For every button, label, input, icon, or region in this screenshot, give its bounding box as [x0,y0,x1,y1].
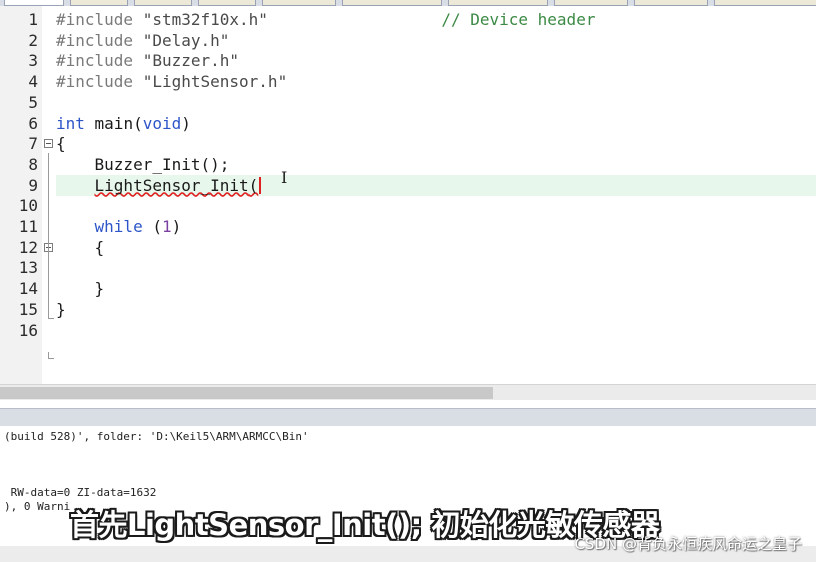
code-line[interactable]: 16 [0,320,816,341]
code-text[interactable] [56,320,816,341]
code-token: } [56,279,105,299]
build-output-line: (build 528)', folder: 'D:\Keil5\ARM\ARMC… [4,430,309,443]
code-line[interactable]: 2 #include "Delay.h" [0,30,816,51]
code-token: ( [142,217,162,236]
code-text[interactable] [56,195,816,216]
code-line[interactable]: 15} [0,299,816,320]
line-number: 4 [28,72,38,92]
code-token: int [56,113,85,133]
code-editor[interactable]: 1 #include "stm32f10x.h" // Device header… [0,6,816,384]
code-token: "Buzzer.h" [142,51,240,71]
code-line[interactable]: 3 #include "Buzzer.h" [0,50,816,71]
code-text[interactable]: while (1) [56,216,816,237]
mouse-ibeam-cursor-icon: I [281,168,288,187]
video-subtitle: 首先LightSensor_Init(); 初始化光敏传感器 [70,508,660,542]
code-text[interactable]: } [56,299,816,320]
code-token: void [142,113,182,133]
code-token: "LightSensor.h" [142,72,288,92]
code-token: 1 [161,217,172,236]
build-output-header [0,408,816,426]
code-text[interactable]: #include "LightSensor.h" [56,71,816,92]
code-text[interactable]: int main(void) [56,113,816,134]
line-number: 10 [18,196,38,216]
line-number: 8 [28,154,38,174]
code-token: "stm32f10x.h" [142,10,268,29]
code-token: #include [56,30,143,50]
code-text[interactable]: { [56,237,816,258]
line-number: 11 [18,217,38,236]
code-token: #include [56,10,143,29]
code-line[interactable]: 9 LightSensor_Init( [0,174,816,196]
code-token: { [56,134,66,154]
code-text[interactable]: { [56,133,816,154]
code-token: #include [56,51,143,71]
code-text[interactable]: #include "Delay.h" [56,30,816,51]
line-number: 9 [28,175,38,195]
code-line[interactable]: 6 int main(void) [0,113,816,134]
horizontal-scrollbar[interactable] [0,384,816,400]
scrollbar-thumb[interactable] [0,387,493,399]
build-output-line: RW-data=0 ZI-data=1632 [4,486,157,499]
text-caret [259,176,262,194]
code-text[interactable]: #include "Buzzer.h" [56,50,816,71]
code-text[interactable] [56,257,816,278]
code-line[interactable]: 12 { [0,237,816,258]
line-number: 2 [28,30,38,50]
code-line[interactable]: 10 [0,195,816,216]
code-line[interactable]: 8 Buzzer_Init(); [0,154,816,175]
code-text[interactable]: LightSensor_Init( [56,174,816,196]
code-token: // Device header [441,10,596,29]
code-line[interactable]: 5 [0,92,816,113]
line-number: 13 [18,258,38,278]
code-line[interactable]: 11 while (1) [0,216,816,237]
code-text[interactable]: #include "stm32f10x.h" // Device header [56,9,816,30]
code-token: LightSensor_Init [94,175,249,195]
line-number: 15 [18,299,38,319]
code-text[interactable]: Buzzer_Init(); [56,154,816,175]
line-number: 12 [18,237,38,257]
line-number: 7 [28,134,38,154]
pane-splitter[interactable] [0,400,816,408]
line-number: 5 [28,92,38,112]
code-token: main( [84,113,143,133]
code-line[interactable]: 1 #include "stm32f10x.h" // Device header [0,9,816,30]
fold-end-tail [48,358,54,359]
code-token: { [56,237,105,257]
code-text[interactable]: } [56,278,816,299]
line-number: 14 [18,279,38,299]
code-token: ) [181,113,191,133]
code-token: while [94,217,143,236]
fold-end-main [48,318,54,319]
code-token: ) [171,217,182,236]
build-output-line: ), 0 Warni [4,500,71,513]
fold-guide-main [48,153,49,318]
watermark: CSDN @背负永恒疾风命运之皇子 [574,535,802,553]
code-token: ( [248,175,259,195]
fold-toggle-icon[interactable] [44,139,53,149]
code-token: Buzzer_Init(); [56,154,230,174]
line-number: 3 [28,51,38,71]
code-line[interactable]: 14 } [0,278,816,299]
line-number: 1 [28,10,38,29]
code-token: } [56,299,66,319]
code-text[interactable] [56,92,816,113]
code-token: #include [56,72,143,92]
line-number: 6 [28,113,38,133]
line-number: 16 [18,320,38,340]
code-line[interactable]: 7{ [0,133,816,154]
code-token: "Delay.h" [142,30,230,50]
code-line[interactable]: 13 [0,257,816,278]
code-line[interactable]: 4 #include "LightSensor.h" [0,71,816,92]
